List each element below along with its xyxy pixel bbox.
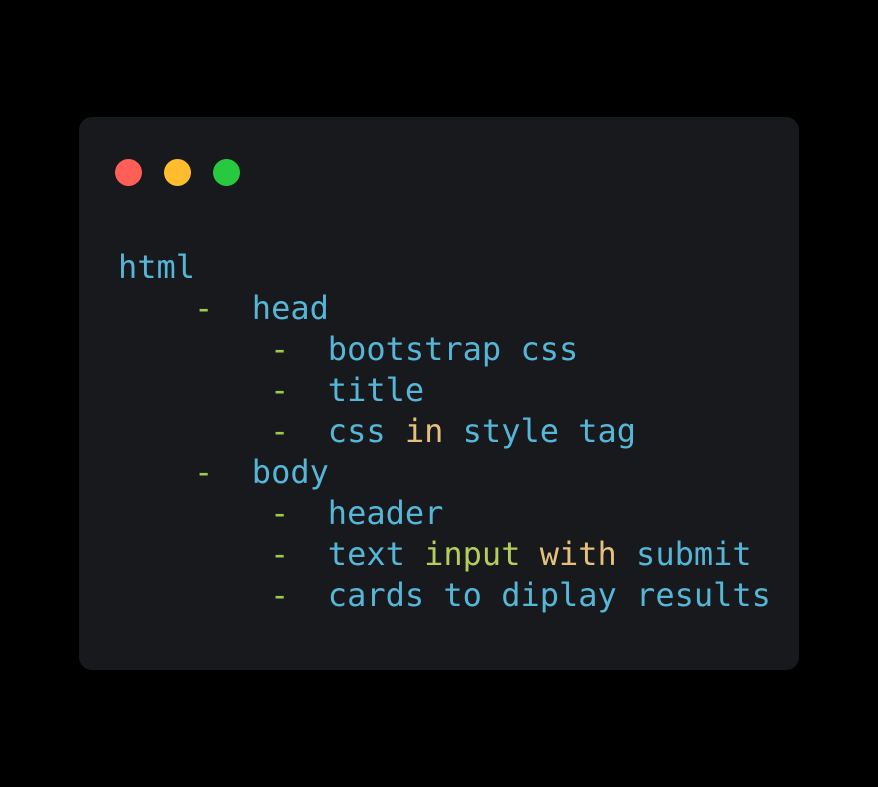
bullet-dash: - (270, 494, 328, 532)
bullet-dash: - (270, 412, 328, 450)
outline-token: head (251, 289, 329, 327)
outline-line: - title (118, 370, 778, 411)
outline-line: - cards to diplay results (118, 575, 778, 616)
bullet-dash: - (270, 330, 328, 368)
outline-line: html (118, 247, 778, 288)
screen-root: html - head - bootstrap css - title - css in… (0, 0, 878, 787)
outline-token: cards to diplay results (327, 576, 771, 614)
outline-token: title (327, 371, 425, 409)
outline-token: submit (616, 535, 752, 573)
outline-line: - head (118, 288, 778, 329)
minimize-icon[interactable] (164, 159, 191, 186)
maximize-icon[interactable] (213, 159, 240, 186)
outline-token: bootstrap css (327, 330, 579, 368)
outline-token: in (404, 412, 444, 450)
outline-token: header (327, 494, 444, 532)
outline-token: text (327, 535, 425, 573)
outline-text-block: html - head - bootstrap css - title - css in… (118, 247, 778, 616)
outline-token: body (251, 453, 329, 491)
outline-token: style tag (443, 412, 637, 450)
outline-token: input (424, 535, 521, 573)
bullet-dash: - (270, 535, 328, 573)
outline-line: - bootstrap css (118, 329, 778, 370)
window-titlebar (115, 159, 240, 186)
outline-line: - text input with submit (118, 534, 778, 575)
outline-token: with (539, 535, 617, 573)
outline-token (520, 535, 539, 573)
bullet-dash: - (194, 453, 252, 491)
outline-line: - css in style tag (118, 411, 778, 452)
bullet-dash: - (194, 289, 252, 327)
outline-token: css (327, 412, 405, 450)
outline-card: html - head - bootstrap css - title - css in… (79, 117, 799, 670)
outline-line: - header (118, 493, 778, 534)
outline-token: html (118, 248, 196, 286)
bullet-dash: - (270, 371, 328, 409)
outline-line: - body (118, 452, 778, 493)
bullet-dash: - (270, 576, 328, 614)
close-icon[interactable] (115, 159, 142, 186)
